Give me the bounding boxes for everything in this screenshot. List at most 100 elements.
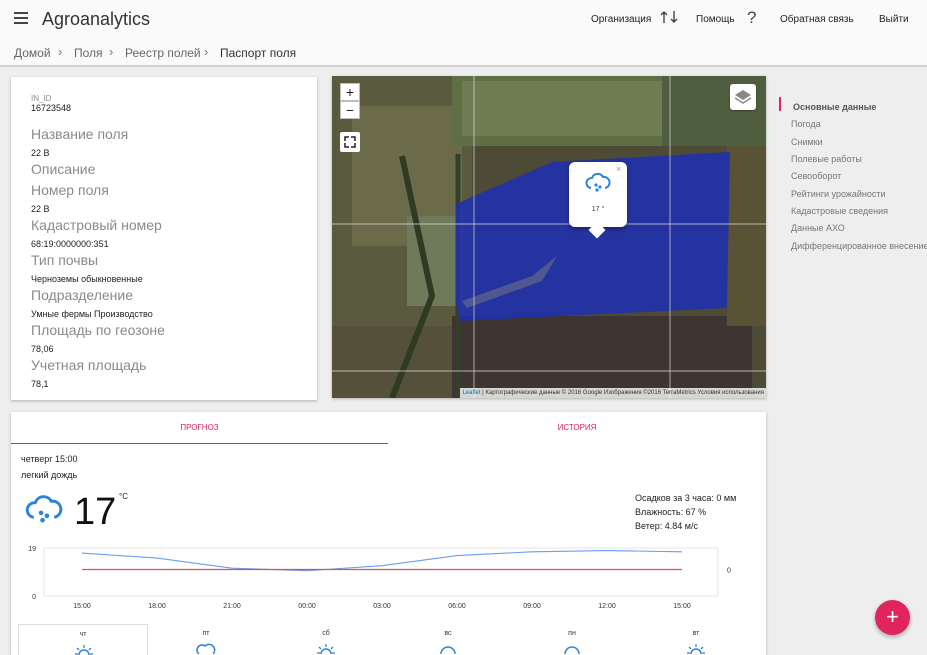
layers-button[interactable] [730, 84, 756, 110]
wind-stat: Ветер: 4.84 м/с [635, 521, 698, 531]
day-tab-mon[interactable]: пн [507, 624, 637, 655]
map-attribution: Leaflet | Картографические данные © 2016… [460, 388, 766, 398]
chevron-right-icon: › [204, 44, 209, 59]
geozone-area-value: 78,06 [31, 344, 54, 354]
day-tab-thu[interactable]: чт [18, 624, 148, 655]
series-line-temperature [81, 549, 683, 572]
current-temperature: 17 [74, 491, 117, 533]
sun-icon [317, 644, 335, 654]
cadastral-number-value: 68:19:0000000:351 [31, 239, 109, 249]
x-tick-label: 18:00 [148, 603, 166, 610]
subdivision-value: Умные фермы Производство [31, 309, 153, 319]
id-label: IN_ID [31, 94, 52, 103]
chevron-right-icon: › [109, 44, 114, 59]
popup-close-button[interactable]: × [616, 164, 621, 174]
nav-crop-rotation[interactable]: Севооборот [791, 171, 841, 181]
breadcrumb-field-registry[interactable]: Реестр полей [125, 46, 201, 60]
help-icon[interactable]: ? [747, 8, 756, 28]
nav-images[interactable]: Снимки [791, 137, 823, 147]
precipitation-stat: Осадков за 3 часа: 0 мм [635, 493, 737, 503]
day-name: сб [322, 630, 330, 637]
nav-main-data[interactable]: Основные данные [793, 102, 876, 112]
temperature-chart: 0 19 0 15:00 18:00 21:00 00:00 03:00 06:00 09:00 1… [28, 546, 731, 610]
day-tab-tue[interactable]: вт [631, 624, 761, 655]
zoom-out-button[interactable]: − [340, 101, 360, 119]
nav-cadastral-info[interactable]: Кадастровые сведения [791, 206, 888, 216]
breadcrumb: Домой › Поля › Реестр полей › Паспорт по… [0, 40, 927, 67]
nav-variable-rate[interactable]: Дифференцированное внесение [791, 241, 927, 251]
soil-type-value: Черноземы обыкновенные [31, 274, 143, 284]
subdivision-label: Подразделение [31, 287, 134, 303]
add-button[interactable]: + [875, 600, 910, 635]
sun-icon [687, 644, 705, 654]
forecast-datetime: четверг 15:00 [21, 454, 78, 464]
rain-cloud-icon [25, 495, 63, 523]
weather-popup: × 17 ° [569, 162, 627, 239]
cloud-icon [196, 643, 216, 654]
field-number-value: 22 В [31, 204, 50, 214]
accounting-area-label: Учетная площадь [31, 357, 147, 373]
rain-cloud-icon [585, 172, 611, 192]
fullscreen-button[interactable] [340, 132, 360, 152]
popup-temperature: 17 ° [591, 206, 605, 213]
nav-aho-data[interactable]: Данные АХО [791, 223, 845, 233]
x-tick-label: 09:00 [523, 603, 541, 610]
help-link[interactable]: Помощь [696, 14, 735, 25]
y-tick-label-left: 19 [28, 546, 36, 553]
fullscreen-icon [344, 136, 356, 148]
forecast-condition: легкий дождь [21, 470, 78, 480]
logout-link[interactable]: Выйти [879, 14, 909, 25]
day-name: пн [568, 630, 576, 637]
description-label: Описание [31, 161, 96, 177]
temperature-unit: °C [119, 492, 128, 501]
feedback-link[interactable]: Обратная связь [780, 14, 854, 25]
y-tick-label-right: 0 [727, 567, 731, 574]
day-name: вс [444, 630, 452, 637]
nav-weather[interactable]: Погода [791, 119, 821, 129]
cloud-icon [564, 646, 580, 654]
tab-forecast[interactable]: Прогноз [11, 412, 388, 444]
leaflet-link[interactable]: Leaflet [462, 390, 480, 396]
day-tab-fri[interactable]: пт [141, 624, 271, 655]
id-value: 16723548 [31, 103, 72, 113]
attribution-text: | Картографические данные © 2016 Google … [480, 390, 764, 396]
app-title: Agroanalytics [42, 9, 151, 29]
organization-link[interactable]: Организация [591, 14, 651, 25]
x-tick-label: 15:00 [73, 603, 91, 610]
top-bar: Agroanalytics Организация Помощь ? Обрат… [0, 0, 927, 40]
soil-type-label: Тип почвы [31, 252, 99, 268]
x-tick-label: 12:00 [598, 603, 616, 610]
breadcrumb-fields[interactable]: Поля [74, 46, 103, 60]
sun-icon [75, 645, 93, 655]
day-name: чт [79, 631, 87, 638]
x-tick-label: 00:00 [298, 603, 316, 610]
cadastral-number-label: Кадастровый номер [31, 217, 162, 233]
geozone-area-label: Площадь по геозоне [31, 322, 165, 338]
day-name: вт [692, 630, 700, 637]
breadcrumb-home[interactable]: Домой [14, 46, 51, 60]
active-indicator [779, 97, 781, 111]
zoom-in-button[interactable]: + [340, 83, 360, 101]
app-root: Agroanalytics Организация Помощь ? Обрат… [0, 0, 927, 655]
menu-icon[interactable] [14, 12, 28, 24]
weather-card: Прогноз История четверг 15:00 легкий дож… [11, 412, 766, 655]
chevron-right-icon: › [58, 44, 63, 59]
day-name: пт [202, 630, 210, 637]
field-info-card: IN_ID 16723548 Название поля 22 В Описан… [11, 77, 317, 400]
cloud-icon [440, 646, 456, 654]
day-tab-sun[interactable]: вс [383, 624, 513, 655]
day-tab-sat[interactable]: сб [261, 624, 391, 655]
field-name-value: 22 В [31, 148, 50, 158]
humidity-stat: Влажность: 67 % [635, 507, 707, 517]
x-tick-label: 03:00 [373, 603, 391, 610]
nav-field-works[interactable]: Полевые работы [791, 154, 862, 164]
field-map[interactable]: + − × 17 ° Leaflet | Картографические да… [332, 76, 766, 398]
tab-history[interactable]: История [388, 412, 766, 444]
switch-org-icon[interactable] [660, 9, 678, 30]
layers-icon [734, 90, 752, 104]
x-tick-label: 06:00 [448, 603, 466, 610]
x-tick-label: 15:00 [673, 603, 691, 610]
satellite-imagery [332, 76, 766, 398]
nav-yield-ratings[interactable]: Рейтинги урожайности [791, 189, 886, 199]
breadcrumb-field-passport: Паспорт поля [220, 46, 297, 60]
